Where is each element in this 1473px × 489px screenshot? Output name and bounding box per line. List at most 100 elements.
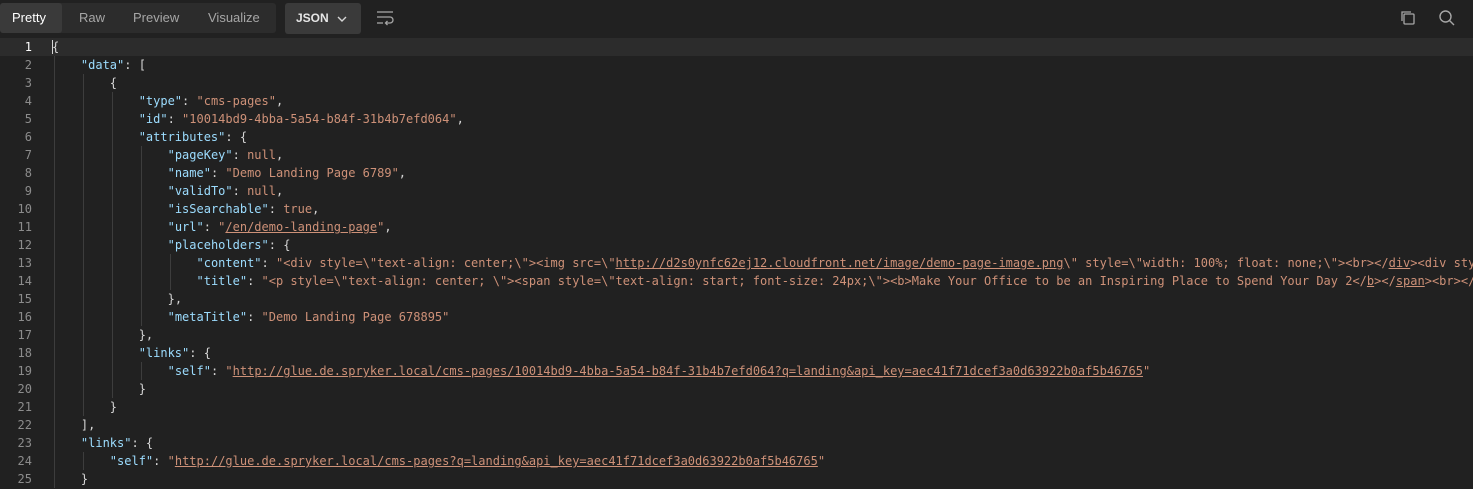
code-text: "name": "Demo Landing Page 6789", — [168, 164, 406, 182]
code-text: { — [52, 38, 59, 56]
line-number: 3 — [24, 76, 32, 90]
json-punctuation: : — [182, 94, 197, 108]
indent-guide — [54, 218, 55, 236]
line-number: 18 — [17, 346, 32, 360]
indent-guide — [54, 236, 55, 254]
indent-guide — [54, 362, 55, 380]
code-line: 21} — [0, 398, 1473, 416]
format-select[interactable]: JSON — [285, 3, 361, 34]
json-value: ><div style=\"text-align: center;\"> — [1410, 256, 1473, 270]
line-number: 13 — [17, 256, 32, 270]
indent-guide — [54, 182, 55, 200]
indent-guide — [112, 128, 113, 146]
code-text: "title": "<p style=\"text-align: center;… — [197, 272, 1473, 290]
indent-guide — [54, 416, 55, 434]
wrap-lines-icon[interactable] — [376, 10, 394, 26]
json-value: "<p style=\"text-align: center; \"><span… — [261, 274, 1367, 288]
code-line: 11 "url": "/en/demo-landing-page", — [0, 218, 1473, 236]
line-number: 20 — [17, 382, 32, 396]
json-key: "links" — [80, 436, 132, 450]
json-value: true — [283, 202, 313, 216]
json-key: "pageKey" — [167, 148, 233, 162]
indent-guide — [54, 470, 55, 488]
indent-guide — [83, 362, 84, 380]
code-text: "validTo": null, — [168, 182, 284, 200]
indent-guide — [83, 74, 84, 92]
code-line: 5 "id": "10014bd9-4bba-5a54-b84f-31b4b7ef… — [0, 110, 1473, 128]
code-line: 13 "content": "<div style=\"text-align: c… — [0, 254, 1473, 272]
indent-guide — [112, 200, 113, 218]
json-response-editor[interactable]: 1{2 "data": [3{4 "type": "cms-pages", 5 "id"… — [0, 38, 1473, 489]
indent-guide — [54, 272, 55, 290]
indent-guide — [83, 128, 84, 146]
response-toolbar: Pretty Raw Preview Visualize JSON — [0, 0, 1473, 36]
code-text: "id": "10014bd9-4bba-5a54-b84f-31b4b7efd… — [139, 110, 464, 128]
json-key: "url" — [167, 220, 204, 234]
code-line: 23 "links": { — [0, 434, 1473, 452]
indent-guide — [54, 200, 55, 218]
json-punctuation: , — [275, 148, 284, 162]
code-line: 1{ — [0, 38, 1473, 56]
json-punctuation: : — [268, 202, 284, 216]
json-link[interactable]: http://glue.de.spryker.local/cms-pages?q… — [175, 454, 818, 468]
json-link[interactable]: /en/demo-landing-page — [225, 220, 377, 234]
indent-guide — [141, 308, 142, 326]
indent-guide — [54, 146, 55, 164]
indent-guide — [141, 218, 142, 236]
code-line: 10 "isSearchable": true, — [0, 200, 1473, 218]
json-value: " — [225, 364, 233, 378]
view-mode-tabs: Pretty Raw Preview Visualize — [0, 3, 276, 33]
tab-pretty[interactable]: Pretty — [0, 3, 62, 33]
line-number: 11 — [17, 220, 32, 234]
format-select-value: JSON — [296, 11, 329, 25]
indent-guide — [54, 380, 55, 398]
indent-guide — [141, 272, 142, 290]
indent-guide — [141, 362, 142, 380]
tab-preview[interactable]: Preview — [120, 3, 196, 33]
json-punctuation: : [ — [124, 58, 146, 72]
tab-visualize[interactable]: Visualize — [196, 3, 276, 33]
indent-guide — [141, 290, 142, 308]
indent-guide — [112, 146, 113, 164]
json-link[interactable]: http://glue.de.spryker.local/cms-pages/1… — [233, 364, 1143, 378]
line-number: 14 — [17, 274, 32, 288]
json-link[interactable]: div — [1389, 256, 1411, 270]
json-key: "isSearchable" — [167, 202, 269, 216]
indent-guide — [83, 236, 84, 254]
code-line: 7 "pageKey": null, — [0, 146, 1473, 164]
json-punctuation: : — [261, 256, 276, 270]
chevron-down-icon — [337, 16, 347, 22]
indent-guide — [112, 308, 113, 326]
json-link[interactable]: span — [1396, 274, 1425, 288]
code-line: 4 "type": "cms-pages", — [0, 92, 1473, 110]
json-value: null — [247, 184, 276, 198]
json-key: "content" — [196, 256, 262, 270]
json-punctuation: : — [167, 112, 183, 126]
indent-guide — [54, 290, 55, 308]
json-value: "10014bd9-4bba-5a54-b84f-31b4b7efd064" — [182, 112, 457, 126]
code-line: 19 "self": "http://glue.de.spryker.local/… — [0, 362, 1473, 380]
json-punctuation: : { — [268, 238, 291, 252]
tab-raw[interactable]: Raw — [62, 3, 120, 33]
copy-icon[interactable] — [1399, 9, 1417, 27]
indent-guide — [141, 164, 142, 182]
line-number: 15 — [17, 292, 32, 306]
json-link[interactable]: http://d2s0ynfc62ej12.cloudfront.net/ima… — [616, 256, 1064, 270]
json-punctuation: : — [232, 184, 248, 198]
line-number: 25 — [17, 472, 32, 486]
code-line: 20} — [0, 380, 1473, 398]
json-punctuation: : — [153, 454, 168, 468]
json-punctuation: : { — [225, 130, 248, 144]
indent-guide — [83, 344, 84, 362]
code-text: "self": "http://glue.de.spryker.local/cm… — [168, 362, 1151, 380]
code-text: } — [110, 398, 117, 416]
indent-guide — [112, 344, 113, 362]
indent-guide — [54, 308, 55, 326]
indent-guide — [141, 200, 142, 218]
json-punctuation: : — [232, 148, 248, 162]
indent-guide — [141, 146, 142, 164]
json-value: null — [247, 148, 276, 162]
indent-guide — [54, 74, 55, 92]
search-icon[interactable] — [1438, 9, 1456, 27]
json-punctuation: , — [456, 112, 464, 126]
